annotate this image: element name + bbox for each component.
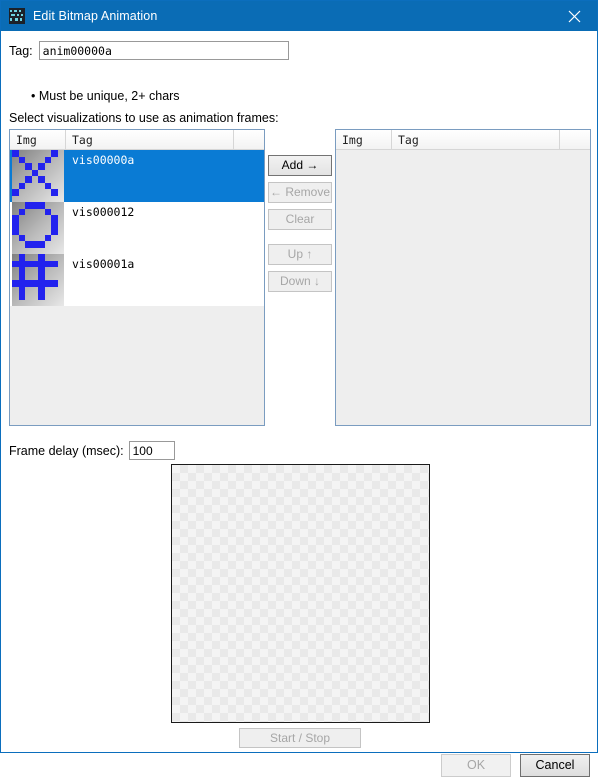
column-header-img[interactable]: Img (10, 130, 66, 149)
column-header-tag[interactable]: Tag (392, 130, 560, 149)
remove-button[interactable]: ← Remove (268, 182, 332, 203)
frame-delay-input[interactable] (128, 441, 175, 460)
transfer-button-column: Add → ← Remove Clear Up ↑ Down ↓ (268, 155, 332, 298)
list-item-thumbnail-cell (10, 202, 66, 254)
ok-button[interactable]: OK (441, 754, 511, 777)
available-list-rows: vis00000a vis000012 vis00001a (10, 150, 264, 306)
move-down-button[interactable]: Down ↓ (268, 271, 332, 292)
clear-button[interactable]: Clear (268, 209, 332, 230)
title-bar: Edit Bitmap Animation (1, 1, 597, 31)
start-stop-button[interactable]: Start / Stop (239, 728, 361, 748)
available-visualizations-list[interactable]: Img Tag vis00000a vis000012 vis00001a (9, 129, 265, 426)
list-item[interactable]: vis00000a (10, 150, 264, 202)
move-up-button[interactable]: Up ↑ (268, 244, 332, 265)
bitmap-thumbnail (12, 202, 64, 254)
tag-label: Tag: (9, 43, 33, 58)
list-item-thumbnail-cell (10, 254, 66, 306)
frame-delay-label: Frame delay (msec): (9, 443, 124, 458)
list-item-tag: vis00000a (72, 153, 135, 167)
animation-frames-list[interactable]: Img Tag (335, 129, 591, 426)
column-header-img[interactable]: Img (336, 130, 392, 149)
list-item-thumbnail-cell (10, 150, 66, 202)
bitmap-thumbnail (12, 254, 64, 306)
window-title: Edit Bitmap Animation (33, 9, 158, 23)
column-header-spacer (234, 130, 264, 149)
available-list-header: Img Tag (10, 130, 264, 150)
cancel-button[interactable]: Cancel (520, 754, 590, 777)
tag-row: Tag: (9, 41, 289, 60)
list-item[interactable]: vis00001a (10, 254, 264, 306)
dialog-content: Tag: • Must be unique, 2+ chars Select v… (1, 31, 597, 777)
list-item-tag: vis000012 (72, 205, 135, 219)
tag-hint: • Must be unique, 2+ chars (31, 89, 180, 103)
column-header-tag[interactable]: Tag (66, 130, 234, 149)
bitmap-animation-icon (9, 8, 25, 24)
frame-delay-row: Frame delay (msec): (9, 441, 175, 460)
column-header-spacer (560, 130, 590, 149)
section-label: Select visualizations to use as animatio… (9, 111, 279, 125)
bitmap-thumbnail (12, 150, 64, 202)
list-item-tag: vis00001a (72, 257, 135, 271)
animation-preview (171, 464, 430, 723)
list-item[interactable]: vis000012 (10, 202, 264, 254)
close-icon[interactable] (552, 1, 597, 31)
add-button[interactable]: Add → (268, 155, 332, 176)
edit-bitmap-animation-dialog: Edit Bitmap Animation Tag: • Must be uni… (0, 0, 598, 777)
tag-input[interactable] (38, 41, 289, 60)
frames-list-header: Img Tag (336, 130, 590, 150)
